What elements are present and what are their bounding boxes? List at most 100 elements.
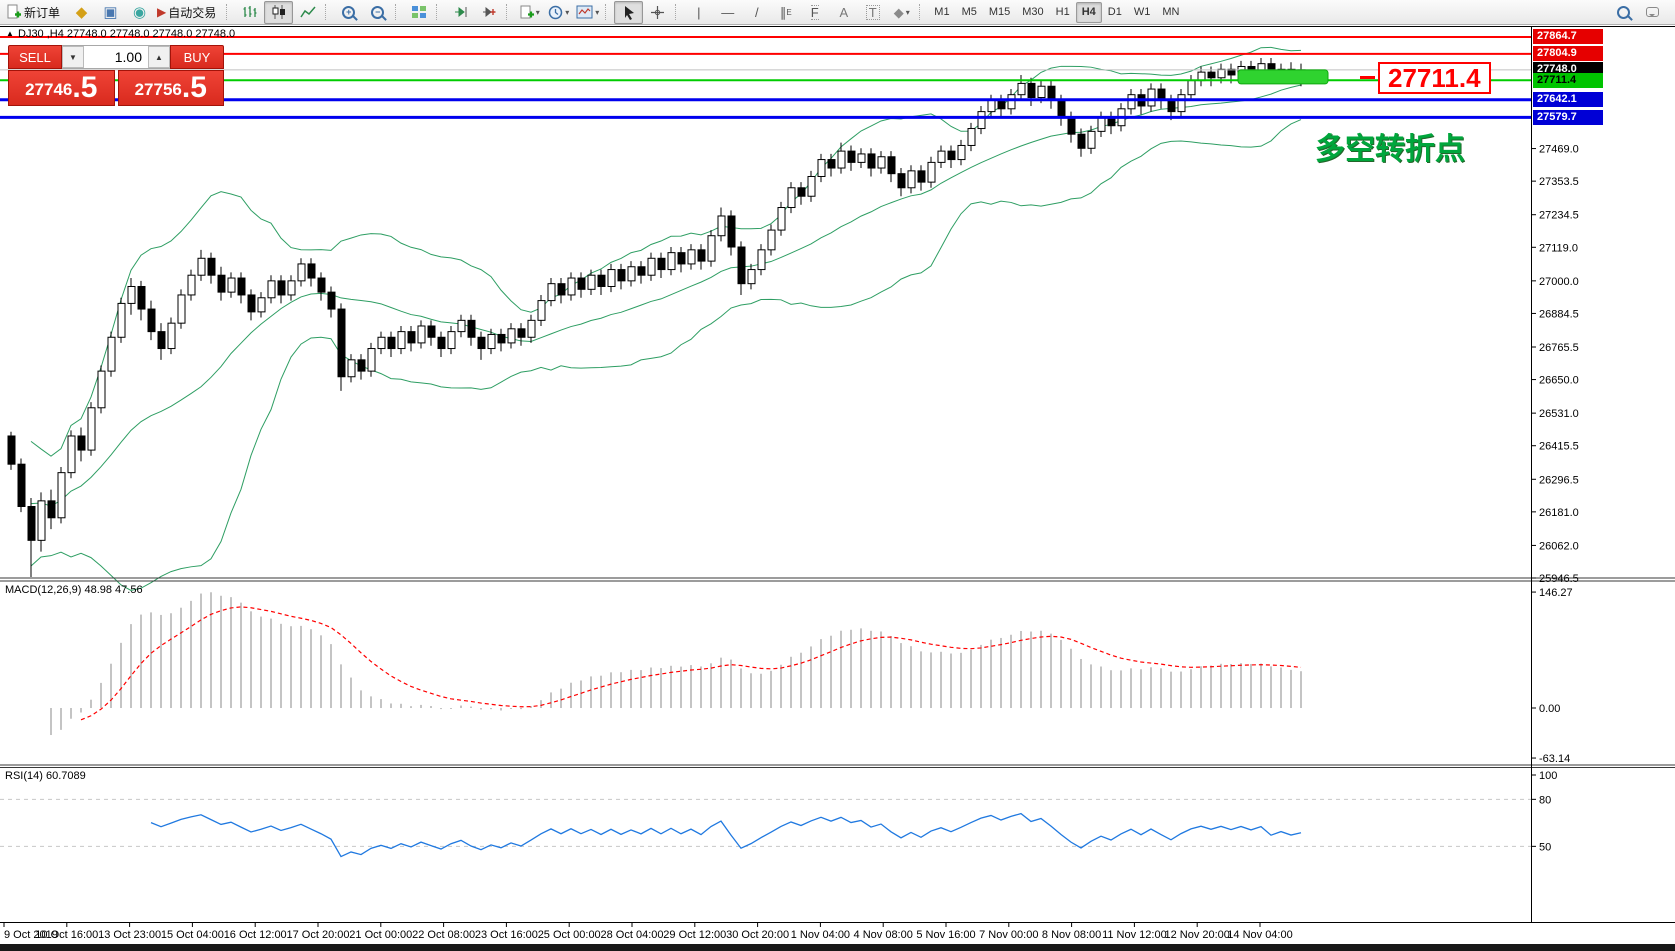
svg-text:27000.0: 27000.0 <box>1539 276 1579 288</box>
text-button[interactable]: A <box>829 1 858 24</box>
vertical-line-button[interactable]: | <box>684 1 713 24</box>
svg-text:27469.0: 27469.0 <box>1539 144 1579 156</box>
date-axis-label: 12 Nov 20:00 <box>1164 929 1229 941</box>
chart-title: DJ30 ,H4 27748.0 27748.0 27748.0 27748.0 <box>18 28 236 40</box>
cursor-button[interactable] <box>614 0 644 24</box>
main-toolbar: 新订单 ◆ ▣ ◉ ▶ 自动交易 + − ▾ ▾ ▾ | — / ∥E F A <box>0 0 1675 25</box>
sell-button[interactable]: SELL <box>8 45 62 69</box>
svg-text:80: 80 <box>1539 794 1551 806</box>
timeframe-button-M1[interactable]: M1 <box>928 2 955 23</box>
crosshair-icon <box>651 5 665 19</box>
chart-collapse-icon[interactable]: ▲ <box>6 29 14 38</box>
volume-spinner: ▼ 1.00 ▲ <box>62 45 170 69</box>
date-axis-label: 15 Oct 04:00 <box>161 929 224 941</box>
toolbar-grip <box>325 4 330 20</box>
toolbar-grip <box>919 4 924 20</box>
period-clock-button[interactable]: ▾ <box>544 1 573 24</box>
date-axis-label: 10 Oct 16:00 <box>35 929 98 941</box>
svg-text:25946.5: 25946.5 <box>1539 573 1579 585</box>
zoom-out-button[interactable]: − <box>363 1 392 24</box>
chat-icon <box>1646 7 1659 17</box>
new-order-button[interactable]: 新订单 <box>3 1 67 24</box>
dropdown-caret-icon: ▾ <box>595 7 600 17</box>
date-axis-label: 5 Nov 16:00 <box>916 929 975 941</box>
line-chart-icon <box>300 6 316 18</box>
buy-button[interactable]: BUY <box>170 45 224 69</box>
date-axis-label: 25 Oct 00:00 <box>538 929 601 941</box>
data-window-button[interactable]: ▣ <box>96 1 125 24</box>
shapes-button[interactable]: ◆ ▾ <box>887 1 916 24</box>
new-chart-button[interactable]: ▾ <box>515 1 544 24</box>
volume-down-button[interactable]: ▼ <box>62 46 84 68</box>
date-axis-label: 1 Nov 04:00 <box>791 929 850 941</box>
bar-chart-icon <box>243 6 257 17</box>
crosshair-button[interactable] <box>643 1 672 24</box>
svg-text:146.27: 146.27 <box>1539 587 1573 599</box>
taskbar-strip <box>0 944 1675 951</box>
zoom-in-button[interactable]: + <box>334 1 363 24</box>
tile-windows-button[interactable] <box>404 1 433 24</box>
text-label-icon: T <box>865 4 880 20</box>
svg-text:26415.5: 26415.5 <box>1539 441 1579 453</box>
price-level-tag: 27642.1 <box>1533 92 1603 108</box>
market-watch-button[interactable]: ◆ <box>67 1 96 24</box>
svg-text:26884.5: 26884.5 <box>1539 308 1579 320</box>
zoom-out-icon: − <box>371 5 385 19</box>
turning-point-annotation[interactable]: 多空转折点 <box>1315 124 1465 168</box>
fibonacci-icon: F <box>810 4 819 20</box>
auto-scroll-button[interactable] <box>445 1 474 24</box>
svg-text:27234.5: 27234.5 <box>1539 210 1579 222</box>
price-callout[interactable]: 27711.4 <box>1378 62 1491 94</box>
date-axis-label: 7 Nov 00:00 <box>979 929 1038 941</box>
date-axis-label: 4 Nov 08:00 <box>854 929 913 941</box>
horizontal-line-button[interactable]: — <box>713 1 742 24</box>
auto-scroll-icon <box>454 6 467 18</box>
shapes-icon: ◆ <box>893 4 904 20</box>
clock-icon <box>549 5 563 19</box>
svg-text:26650.0: 26650.0 <box>1539 375 1579 387</box>
date-axis-label: 21 Oct 00:00 <box>349 929 412 941</box>
timeframe-button-M15[interactable]: M15 <box>983 2 1016 23</box>
trendline-button[interactable]: / <box>742 1 771 24</box>
tile-windows-icon <box>411 6 426 18</box>
timeframe-button-W1[interactable]: W1 <box>1128 2 1157 23</box>
toolbar-grip <box>226 4 231 20</box>
timeframe-button-MN[interactable]: MN <box>1156 2 1185 23</box>
rsi-label: RSI(14) 60.7089 <box>5 770 86 782</box>
volume-up-button[interactable]: ▲ <box>148 46 170 68</box>
timeframe-button-M30[interactable]: M30 <box>1016 2 1049 23</box>
auto-trading-button[interactable]: ▶ 自动交易 <box>154 1 223 24</box>
svg-text:50: 50 <box>1539 841 1551 853</box>
timeframe-button-H4[interactable]: H4 <box>1075 1 1102 23</box>
line-chart-button[interactable] <box>293 1 322 24</box>
date-axis-label: 17 Oct 20:00 <box>287 929 350 941</box>
timeframe-button-H1[interactable]: H1 <box>1050 2 1076 23</box>
toolbar-grip <box>436 4 441 20</box>
volume-input[interactable]: 1.00 <box>84 46 148 68</box>
buy-price-display[interactable]: 27756.5 <box>117 70 224 106</box>
date-axis-label: 11 Nov 12:00 <box>1102 929 1167 941</box>
search-button[interactable] <box>1609 1 1638 24</box>
sell-price-frac: .5 <box>72 71 98 104</box>
timeframe-button-D1[interactable]: D1 <box>1102 2 1128 23</box>
text-label-button[interactable]: T <box>858 1 887 24</box>
timeframe-button-M5[interactable]: M5 <box>956 2 983 23</box>
channel-button[interactable]: ∥ E <box>771 1 800 24</box>
auto-trading-label: 自动交易 <box>168 5 217 20</box>
toolbar-grip <box>675 4 680 20</box>
date-axis-label: 30 Oct 20:00 <box>726 929 789 941</box>
templates-button[interactable]: ▾ <box>573 1 602 24</box>
date-axis-label: 14 Nov 04:00 <box>1227 929 1292 941</box>
fibonacci-button[interactable]: F <box>800 1 829 24</box>
sell-price-display[interactable]: 27746.5 <box>8 70 115 106</box>
text-icon: A <box>839 4 849 20</box>
chart-shift-button[interactable] <box>474 1 503 24</box>
candlestick-chart-button[interactable] <box>264 0 294 24</box>
chat-button[interactable] <box>1638 1 1667 24</box>
price-level-tag: 27864.7 <box>1533 29 1603 45</box>
buy-price-main: 27756 <box>134 80 182 99</box>
date-axis-label: 22 Oct 08:00 <box>412 929 475 941</box>
bar-chart-button[interactable] <box>235 1 264 24</box>
signals-button[interactable]: ◉ <box>125 1 154 24</box>
horizontal-line-icon: — <box>721 4 735 20</box>
